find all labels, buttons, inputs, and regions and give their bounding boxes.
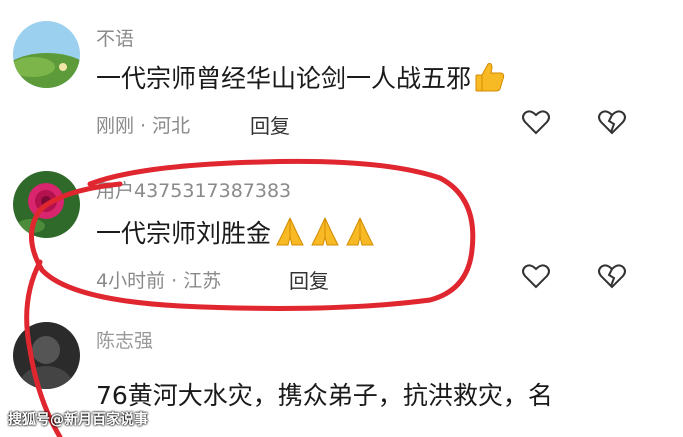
username[interactable]: 不语 xyxy=(96,24,134,51)
username[interactable]: 用户4375317387383 xyxy=(96,176,291,203)
avatar[interactable] xyxy=(13,21,80,88)
comment-text: 一代宗师曾经华山论剑一人战五邪 xyxy=(96,59,507,100)
meta-separator: · xyxy=(165,270,184,292)
comment-text: 76黄河大水灾，携众弟子，抗洪救灾，名 xyxy=(96,381,553,410)
thumbs-up-icon xyxy=(473,60,507,100)
avatar[interactable] xyxy=(13,171,80,238)
heart-outline-icon[interactable] xyxy=(520,260,552,292)
timestamp: 4小时前 xyxy=(96,270,166,292)
broken-heart-icon[interactable] xyxy=(596,106,628,138)
comment-meta: 刚刚 · 河北 xyxy=(96,111,190,138)
location: 河北 xyxy=(152,115,191,137)
comment-text-content: 一代宗师曾经华山论剑一人战五邪 xyxy=(96,64,472,93)
praying-hands-icon xyxy=(273,215,378,255)
comment-text-content: 一代宗师刘胜金 xyxy=(96,219,272,248)
comment-text: 一代宗师刘胜金 xyxy=(96,214,378,255)
comment-meta: 4小时前 · 江苏 xyxy=(96,266,221,293)
watermark: 搜狐号@新月百家说事 xyxy=(8,412,148,428)
heart-outline-icon[interactable] xyxy=(520,106,552,138)
meta-separator: · xyxy=(134,115,153,137)
broken-heart-icon[interactable] xyxy=(596,260,628,292)
username[interactable]: 陈志强 xyxy=(96,326,153,353)
reply-button[interactable]: 回复 xyxy=(250,110,290,139)
avatar[interactable] xyxy=(13,322,80,389)
location: 江苏 xyxy=(183,270,222,292)
timestamp: 刚刚 xyxy=(96,115,135,137)
reply-button[interactable]: 回复 xyxy=(289,265,329,294)
